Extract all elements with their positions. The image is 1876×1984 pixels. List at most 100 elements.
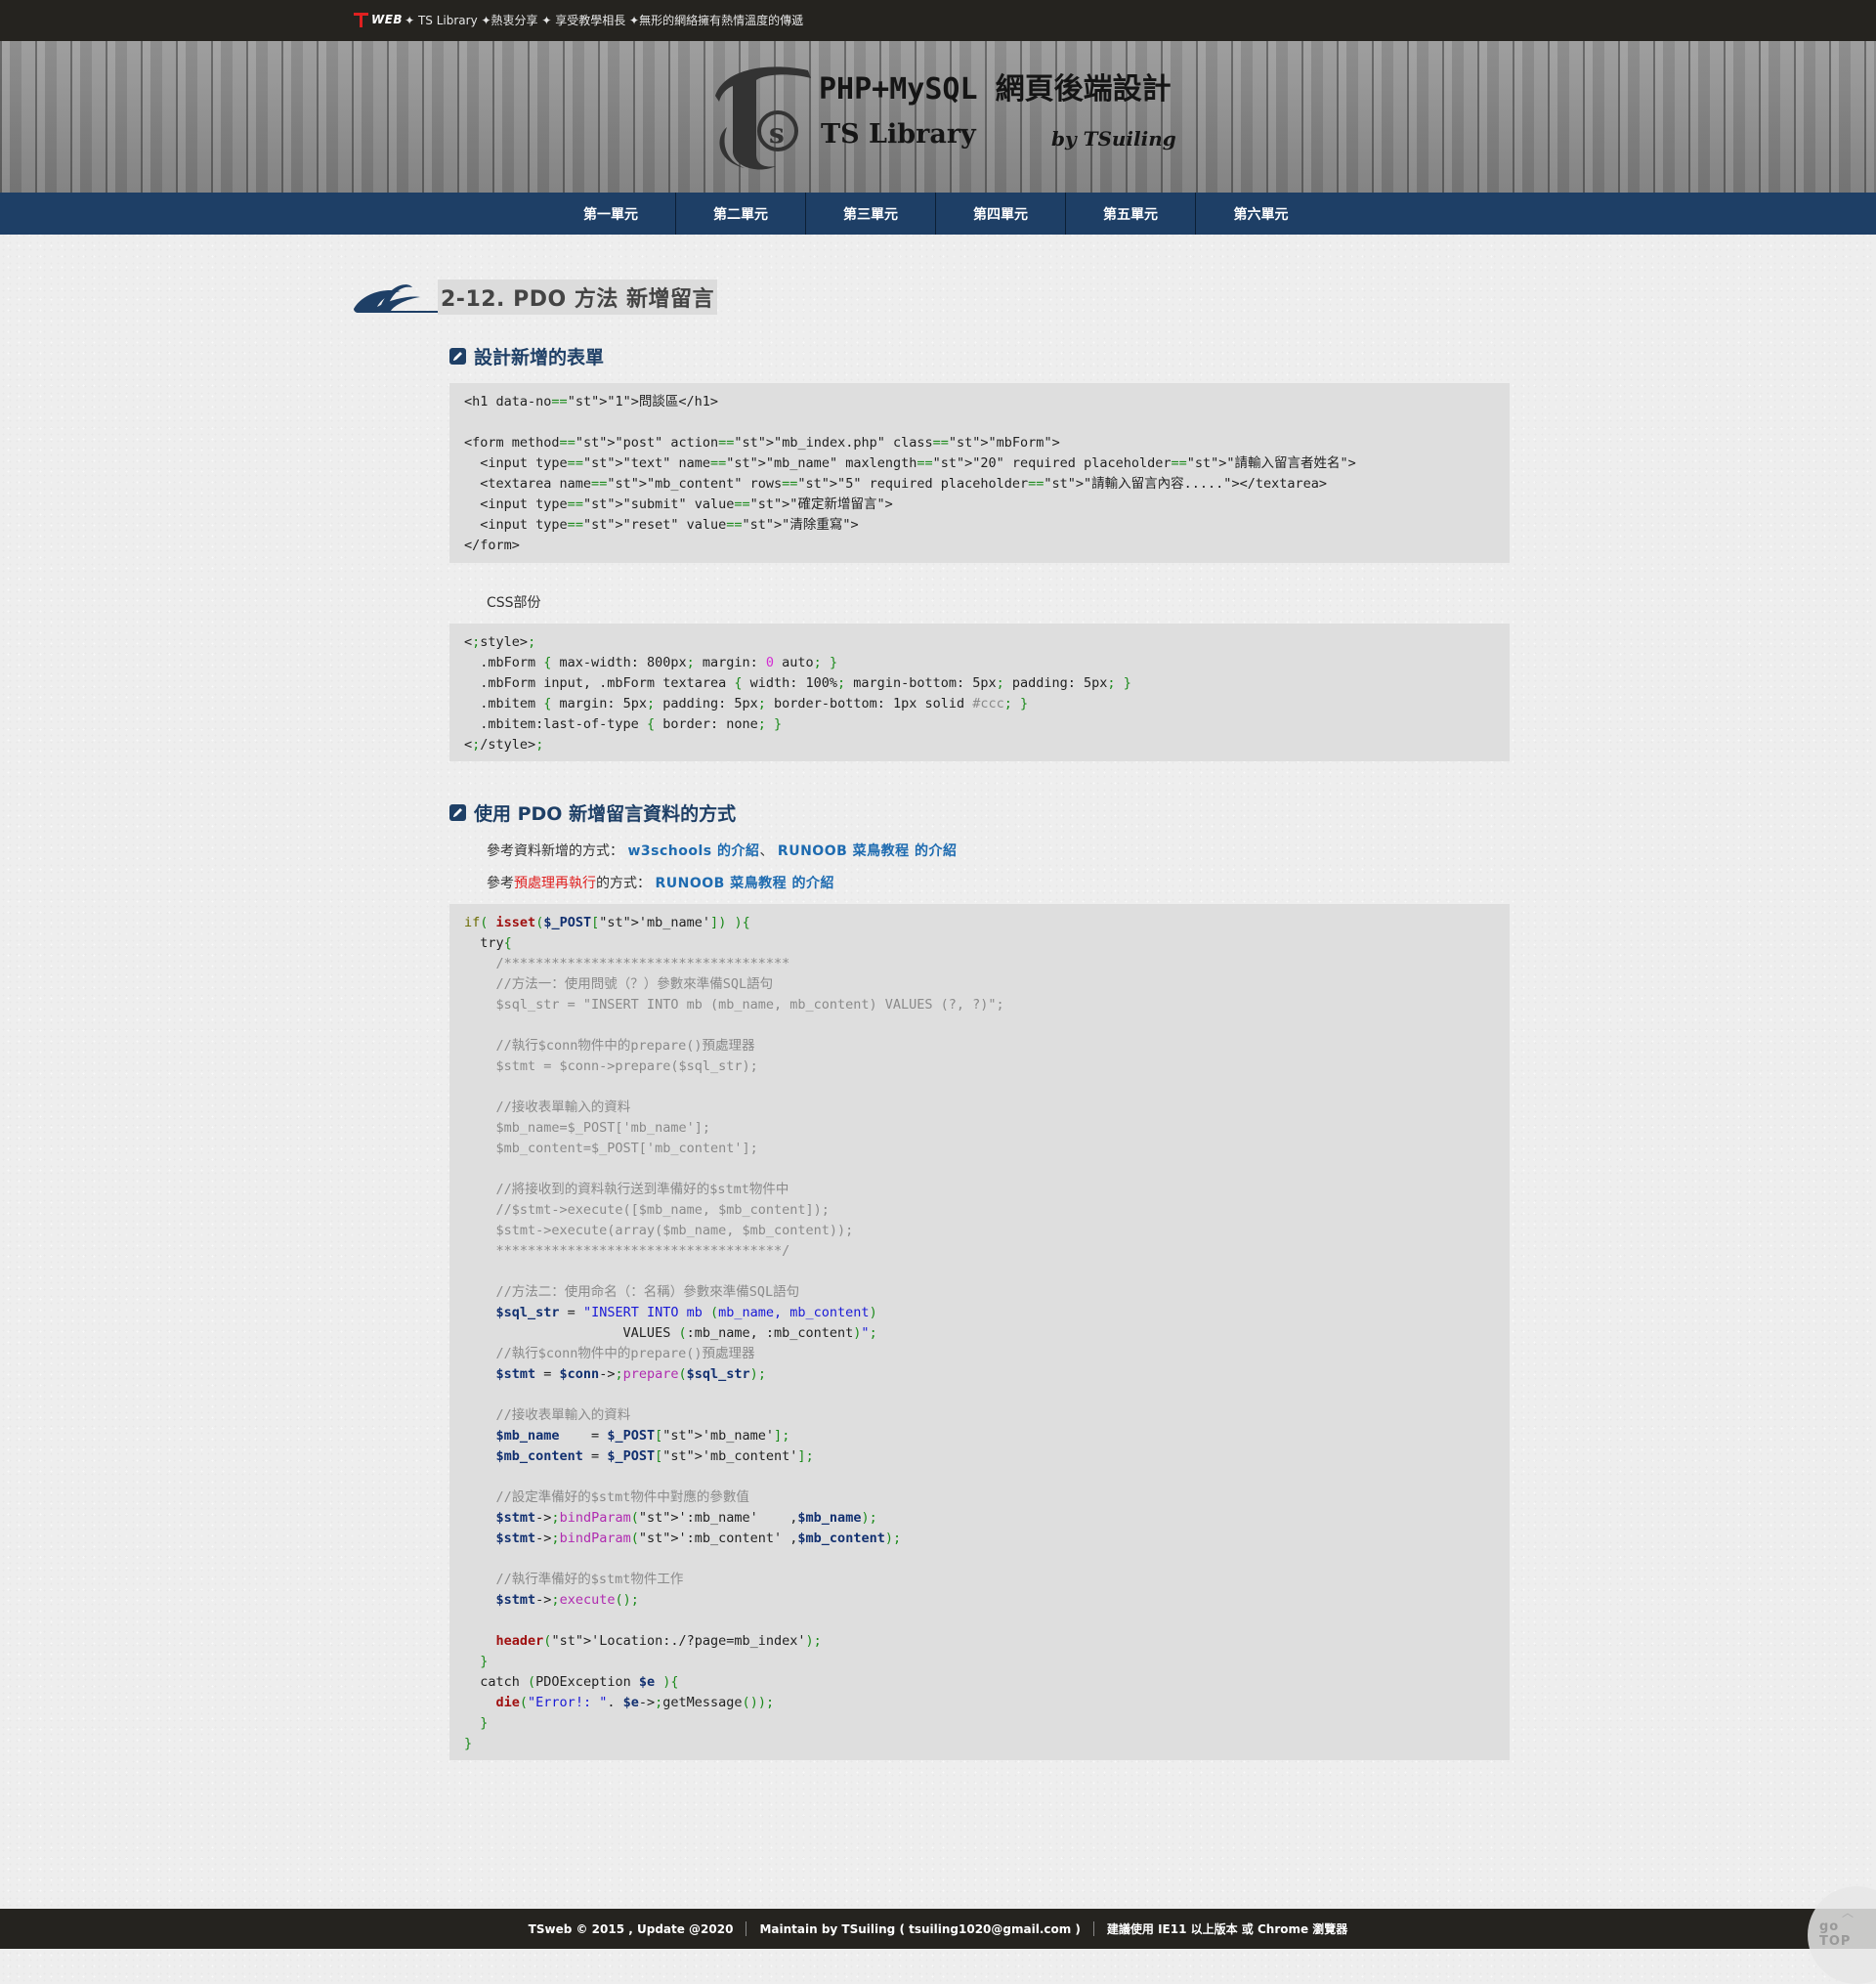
- footer: TSweb © 2015 , Update @2020 Maintain by …: [0, 1909, 1876, 1949]
- section-title: 使用 PDO 新增留言資料的方式: [474, 802, 737, 825]
- code-line: <;style>;: [464, 634, 536, 650]
- footer-divider: [1092, 1921, 1094, 1936]
- css-code-block: <;style>; .mbForm { max-width: 800px; ma…: [449, 624, 1510, 761]
- code-line: $stmt->;bindParam("st">':mb_name' ,$mb_n…: [495, 1510, 877, 1526]
- nav-list: 第一單元 第二單元 第三單元 第四單元 第五單元 第六單元: [546, 193, 1326, 235]
- code-line: //方法一：使用問號（？）參數來準備SQL語句: [464, 976, 774, 992]
- code-line: //接收表單輸入的資料: [464, 1407, 631, 1423]
- footer-content: TSweb © 2015 , Update @2020 Maintain by …: [0, 1909, 1876, 1949]
- page-heading: 2-12. PDO 方法 新增留言: [352, 278, 717, 317]
- code-line: catch (PDOException $e ){: [464, 1674, 679, 1690]
- code-line: ************************************/: [464, 1243, 790, 1259]
- code-line: <form method=="st">"post" action=="st">"…: [464, 435, 1060, 451]
- nav-item-unit-1[interactable]: 第一單元: [546, 193, 676, 235]
- code-line: <input type=="st">"reset" value=="st">"清…: [464, 517, 859, 533]
- top-bar: WEB ✦ TS Library ✦熱衷分享 ✦ 享受教學相長 ✦無形的網絡擁有…: [0, 0, 1876, 41]
- main-nav: 第一單元 第二單元 第三單元 第四單元 第五單元 第六單元: [0, 193, 1876, 235]
- code-line: $mb_content=$_POST['mb_content'];: [464, 1141, 758, 1156]
- nav-item-unit-6[interactable]: 第六單元: [1196, 193, 1326, 235]
- code-line: //方法二：使用命名（：名稱）參數來準備SQL語句: [464, 1284, 800, 1300]
- code-line: $sql_str = "INSERT INTO mb (mb_name, mb_…: [495, 1305, 877, 1320]
- go-top-label[interactable]: go TOP: [1819, 1919, 1876, 1949]
- code-line: /************************************: [464, 956, 790, 971]
- code-line: try{: [464, 935, 512, 951]
- code-line: //接收表單輸入的資料: [464, 1100, 631, 1115]
- code-line: </form>: [464, 538, 520, 553]
- section-heading-form: 設計新增的表單: [449, 343, 604, 368]
- banner-subtitle: TS Library: [821, 119, 976, 150]
- footer-browser-note: 建議使用 IE11 以上版本 或 Chrome 瀏覽器: [1106, 1922, 1348, 1936]
- code-line: <input type=="st">"submit" value=="st">"…: [464, 496, 893, 512]
- reference-highlight: 預處理再執行: [514, 876, 596, 891]
- code-line: //執行$conn物件中的prepare()預處理器: [464, 1038, 755, 1054]
- code-line: $mb_name = $_POST["st">'mb_name'];: [495, 1428, 790, 1444]
- ts-logo[interactable]: s: [705, 59, 832, 174]
- code-line: $mb_content = $_POST["st">'mb_content'];: [495, 1448, 814, 1464]
- code-line: $sql_str = "INSERT INTO mb (mb_name, mb_…: [464, 997, 1004, 1013]
- svg-text:s: s: [769, 117, 785, 150]
- code-line: .mbitem { margin: 5px; padding: 5px; bor…: [464, 696, 1029, 712]
- code-line: }: [464, 1736, 473, 1751]
- edit-icon: [449, 803, 466, 821]
- nav-item-unit-2[interactable]: 第二單元: [676, 193, 806, 235]
- runoob-prepared-link[interactable]: RUNOOB 菜鳥教程 的介紹: [655, 876, 834, 891]
- runoob-link[interactable]: RUNOOB 菜鳥教程 的介紹: [778, 843, 958, 859]
- code-line: .mbForm input, .mbForm textarea { width:…: [464, 675, 1131, 691]
- code-line: $mb_name=$_POST['mb_name'];: [464, 1120, 710, 1136]
- code-line: <input type=="st">"text" name=="st">"mb_…: [464, 455, 1356, 471]
- nav-item-unit-5[interactable]: 第五單元: [1066, 193, 1196, 235]
- code-line: VALUES (:mb_name, :mb_content)";: [464, 1325, 877, 1341]
- code-line: header("st">'Location:./?page=mb_index')…: [495, 1633, 822, 1649]
- code-line: if( isset($_POST["st">'mb_name']) ){: [464, 915, 750, 930]
- banner-byline: by TSuiling: [1051, 127, 1176, 151]
- code-line: //設定準備好的$stmt物件中對應的參數值: [464, 1489, 749, 1505]
- code-line: <h1 data-no=="st">"1">問談區</h1>: [464, 394, 718, 410]
- php-code-block: if( isset($_POST["st">'mb_name']) ){ try…: [449, 904, 1510, 1760]
- web-label: WEB: [371, 13, 404, 26]
- nav-item-unit-3[interactable]: 第三單元: [806, 193, 936, 235]
- html-code-block: <h1 data-no=="st">"1">問談區</h1> <form met…: [449, 383, 1510, 563]
- ts-logo-icon: [354, 12, 368, 27]
- code-line: //將接收到的資料執行送到準備好的$stmt物件中: [464, 1182, 789, 1197]
- code-line: $stmt->;execute();: [495, 1592, 639, 1608]
- swoosh-decoration-icon: [354, 284, 448, 313]
- code-line: .mbitem:last-of-type { border: none; }: [464, 716, 783, 732]
- css-label: CSS部份: [487, 595, 541, 611]
- reference-line-2: 參考預處理再執行的方式： RUNOOB 菜鳥教程 的介紹: [487, 873, 834, 892]
- reference-prefix: 參考: [487, 876, 514, 891]
- code-line: $stmt->;bindParam("st">':mb_content' ,$m…: [495, 1531, 902, 1546]
- site-tagline: WEB ✦ TS Library ✦熱衷分享 ✦ 享受教學相長 ✦無形的網絡擁有…: [354, 10, 803, 29]
- w3schools-link[interactable]: w3schools 的介紹: [627, 843, 759, 859]
- code-line: $stmt = $conn->prepare($sql_str);: [464, 1058, 758, 1074]
- reference-line-1: 參考資料新增的方式： w3schools 的介紹、 RUNOOB 菜鳥教程 的介…: [487, 841, 958, 860]
- code-line: //$stmt->execute([$mb_name, $mb_content]…: [464, 1202, 830, 1218]
- page-title: 2-12. PDO 方法 新增留言: [438, 280, 717, 315]
- code-line: //執行$conn物件中的prepare()預處理器: [464, 1346, 755, 1361]
- nav-item-unit-4[interactable]: 第四單元: [936, 193, 1066, 235]
- code-line: $stmt->execute(array($mb_name, $mb_conte…: [464, 1223, 854, 1238]
- tagline-text: ✦ TS Library ✦熱衷分享 ✦ 享受教學相長 ✦無形的網絡擁有熱情溫度…: [405, 13, 804, 27]
- reference-separator: 、: [759, 843, 774, 859]
- code-line: }: [480, 1715, 489, 1731]
- reference-prefix: 參考資料新增的方式：: [487, 843, 623, 859]
- banner-title: PHP+MySQL 網頁後端設計: [819, 72, 1172, 107]
- chevron-up-icon: ︿: [1842, 1906, 1855, 1919]
- code-line: $stmt = $conn->;prepare($sql_str);: [495, 1366, 766, 1382]
- footer-copyright: TSweb © 2015 , Update @2020: [528, 1921, 734, 1936]
- footer-maintainer: Maintain by TSuiling ( tsuiling1020@gmai…: [759, 1921, 1081, 1936]
- section-heading-pdo: 使用 PDO 新增留言資料的方式: [449, 799, 736, 825]
- edit-icon: [449, 347, 466, 365]
- section-title: 設計新增的表單: [474, 346, 605, 368]
- code-line: die("Error!: ". $e->;getMessage());: [495, 1695, 775, 1710]
- code-line: //執行準備好的$stmt物件工作: [464, 1572, 684, 1587]
- code-line: .mbForm { max-width: 800px; margin: 0 au…: [464, 655, 838, 670]
